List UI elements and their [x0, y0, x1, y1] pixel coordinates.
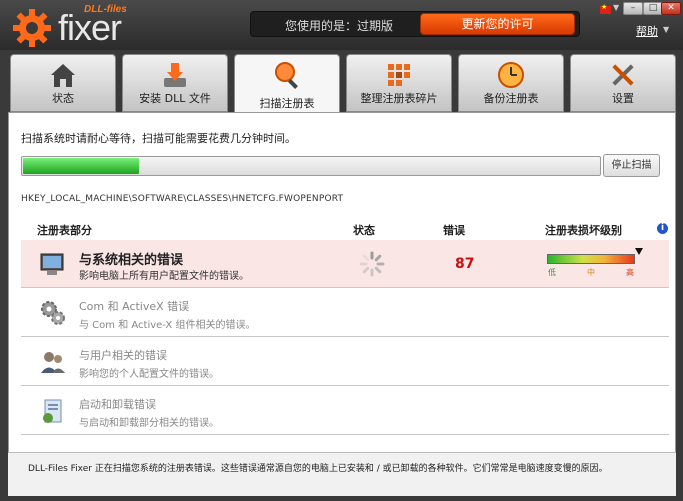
loading-spinner-icon	[359, 251, 385, 277]
footer-text: DLL-Files Fixer 正在扫描您系统的注册表错误。这些错误通常源自您的…	[28, 464, 608, 474]
help-link[interactable]: 帮助	[636, 23, 658, 39]
license-status-text: 您使用的是：过期版	[285, 19, 394, 33]
startup-icon	[43, 399, 62, 423]
damage-level-pointer	[635, 248, 643, 255]
scan-panel: 扫描系统时请耐心等待，扫描可能需要花费几分钟时间。 停止扫描 HKEY_LOCA…	[8, 112, 676, 496]
help-dropdown-icon[interactable]: ▼	[663, 25, 669, 34]
row-description: 与启动和卸载部分相关的错误。	[79, 418, 219, 429]
meter-label-mid: 中	[587, 268, 595, 277]
scan-progress-bar	[21, 156, 601, 176]
row-title: Com 和 ActiveX 错误	[79, 300, 190, 313]
language-dropdown-icon[interactable]: ▼	[613, 3, 619, 12]
registry-row-user[interactable]: 与用户相关的错误 影响您的个人配置文件的错误。	[21, 338, 669, 386]
row-title: 与用户相关的错误	[79, 349, 167, 362]
scan-progress-fill	[23, 158, 139, 174]
error-count: 87	[455, 256, 475, 272]
defrag-icon	[388, 64, 410, 86]
title-bar: DLL-files fixer 您使用的是：过期版 更新您的许可 ★ ▼ – □…	[0, 0, 683, 50]
tab-label: 设置	[612, 92, 634, 105]
row-description: 影响您的个人配置文件的错误。	[79, 369, 219, 380]
row-title: 启动和卸载错误	[79, 398, 156, 411]
logo-text: fixer	[58, 7, 122, 48]
footer-info: DLL-Files Fixer 正在扫描您系统的注册表错误。这些错误通常源自您的…	[8, 452, 676, 496]
row-description: 与 Com 和 Active-X 组件相关的错误。	[79, 320, 256, 331]
tab-label: 安装 DLL 文件	[139, 92, 211, 105]
gears-icon	[41, 301, 65, 325]
tab-status[interactable]: 状态	[10, 54, 116, 112]
close-button[interactable]: ✕	[661, 2, 681, 15]
users-icon	[41, 352, 65, 373]
tab-label: 备份注册表	[483, 92, 539, 105]
table-header: 注册表部分 状态 错误 注册表损坏级别 i	[21, 220, 671, 238]
meter-label-high: 高	[626, 268, 634, 277]
damage-level-meter	[547, 254, 635, 264]
install-dll-icon	[164, 63, 186, 87]
backup-clock-icon	[498, 62, 524, 88]
header-damage-level: 注册表损坏级别	[545, 224, 622, 237]
tab-scan-registry[interactable]: 扫描注册表	[234, 54, 340, 116]
registry-row-startup[interactable]: 启动和卸载错误 与启动和卸载部分相关的错误。	[21, 387, 669, 435]
tab-bar: 状态 安装 DLL 文件 扫描注册表 整理注册表碎片 备份注册表 设置	[0, 50, 683, 116]
row-title: 与系统相关的错误	[79, 253, 184, 268]
header-section: 注册表部分	[37, 224, 92, 237]
tools-icon	[612, 64, 634, 86]
row-description: 影响电脑上所有用户配置文件的错误。	[79, 271, 249, 282]
header-errors: 错误	[443, 224, 465, 237]
tab-label: 整理注册表碎片	[360, 92, 438, 105]
registry-row-system[interactable]: 与系统相关的错误 影响电脑上所有用户配置文件的错误。 87 低 中 高	[21, 240, 669, 288]
stop-scan-button[interactable]: 停止扫描	[603, 154, 660, 177]
info-icon[interactable]: i	[657, 223, 668, 234]
tab-backup-registry[interactable]: 备份注册表	[458, 54, 564, 112]
gear-logo-icon	[13, 9, 51, 47]
app-logo: DLL-files fixer	[8, 4, 138, 48]
renew-license-button[interactable]: 更新您的许可	[420, 13, 575, 35]
system-icon	[40, 253, 64, 275]
tab-defrag-registry[interactable]: 整理注册表碎片	[346, 54, 452, 112]
tab-install-dll[interactable]: 安装 DLL 文件	[122, 54, 228, 112]
header-status: 状态	[353, 224, 375, 237]
minimize-button[interactable]: –	[623, 2, 643, 15]
tab-label: 扫描注册表	[259, 97, 315, 110]
china-flag-icon[interactable]: ★	[600, 3, 611, 14]
registry-row-com-activex[interactable]: Com 和 ActiveX 错误 与 Com 和 Active-X 组件相关的错…	[21, 289, 669, 337]
home-icon	[51, 64, 75, 87]
meter-label-low: 低	[548, 268, 556, 277]
magnifier-icon	[275, 62, 298, 89]
scan-wait-message: 扫描系统时请耐心等待，扫描可能需要花费几分钟时间。	[21, 132, 296, 145]
current-registry-path: HKEY_LOCAL_MACHINE\SOFTWARE\CLASSES\HNET…	[21, 194, 344, 204]
maximize-button[interactable]: □	[643, 2, 663, 15]
tab-settings[interactable]: 设置	[570, 54, 676, 112]
tab-label: 状态	[52, 92, 74, 105]
